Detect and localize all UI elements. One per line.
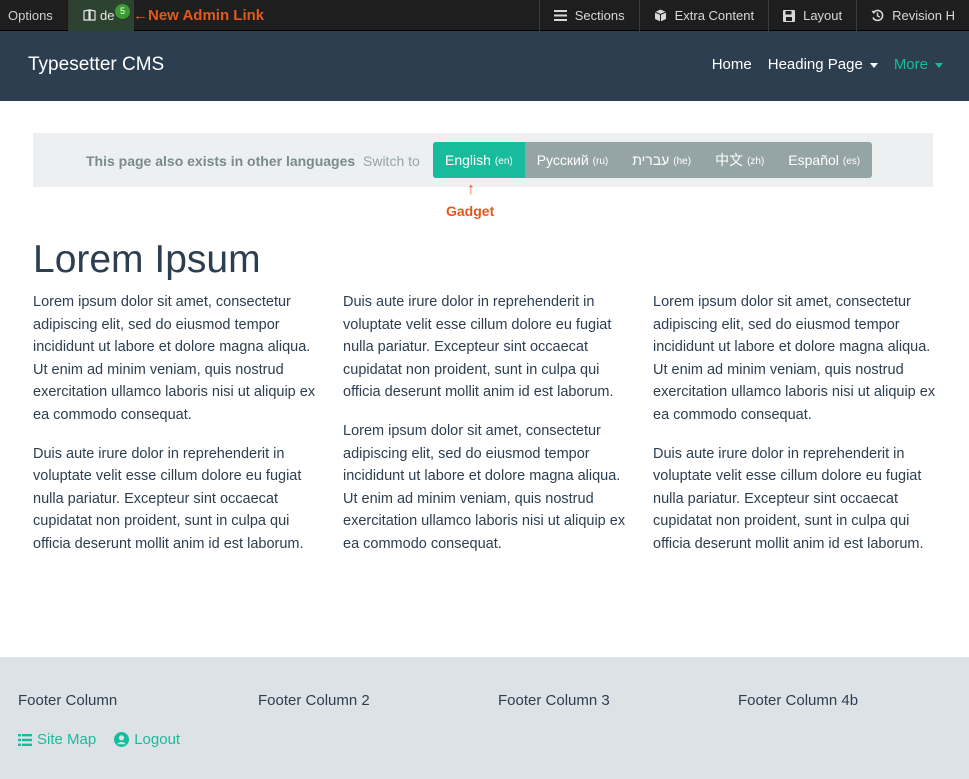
paragraph: Lorem ipsum dolor sit amet, consectetur … (653, 294, 936, 423)
paragraph: Duis aute irure dolor in reprehenderit i… (653, 445, 924, 552)
history-icon (871, 9, 884, 22)
language-name: Русский (536, 152, 589, 168)
footer-column-heading: Footer Column 3 (498, 692, 610, 709)
layout-label: Layout (803, 8, 843, 23)
revision-history-button[interactable]: Revision H (856, 0, 969, 31)
language-name: 中文 (715, 152, 744, 168)
nav-item-label: Home (711, 56, 752, 73)
language-option-zh[interactable]: 中文 (zh) (703, 142, 776, 178)
site-brand[interactable]: Typesetter CMS (28, 54, 164, 76)
notification-badge: 5 (115, 3, 130, 19)
admin-user-link[interactable]: de 5 (69, 0, 134, 31)
language-option-en[interactable]: English (en) (433, 142, 525, 178)
sections-icon (553, 10, 567, 21)
footer-column-heading: Footer Column 2 (258, 692, 370, 709)
up-arrow-icon: ↑ (467, 181, 475, 198)
sections-label: Sections (574, 8, 625, 23)
language-code: (he) (673, 155, 692, 167)
language-notice: This page also exists in other languages (86, 153, 356, 169)
content-column-2: Duis aute irure dolor in reprehenderit i… (343, 291, 628, 572)
cube-icon (654, 9, 666, 22)
logout-link[interactable]: Logout (114, 731, 180, 748)
nav-item-home[interactable]: Home (712, 56, 752, 73)
book-icon (83, 9, 96, 21)
new-admin-link-annotation: ←New Admin Link (133, 7, 265, 24)
paragraph: Lorem ipsum dolor sit amet, consectetur … (33, 294, 316, 423)
nav-item-more[interactable]: More (894, 56, 943, 73)
extra-content-label: Extra Content (674, 8, 755, 23)
nav-item-heading-page[interactable]: Heading Page (768, 56, 878, 73)
page-title: Lorem Ipsum (33, 238, 261, 281)
content-column-1: Lorem ipsum dolor sit amet, consectetur … (33, 291, 318, 572)
site-map-label: Site Map (37, 731, 97, 748)
site-footer: Footer Column Footer Column 2 Footer Col… (0, 657, 969, 779)
language-option-ru[interactable]: Русский (ru) (525, 142, 621, 178)
language-code: (ru) (592, 155, 609, 167)
footer-column-heading: Footer Column 4b (738, 692, 859, 709)
gadget-annotation: Gadget (446, 203, 495, 219)
language-name: Español (788, 152, 839, 168)
language-name: עברית (632, 152, 670, 168)
language-switcher: This page also exists in other languages… (33, 133, 933, 187)
language-name: English (445, 152, 491, 168)
language-code: (es) (842, 155, 861, 167)
language-option-he[interactable]: עברית (he) (620, 142, 703, 178)
paragraph: Lorem ipsum dolor sit amet, consectetur … (343, 422, 626, 552)
admin-toolbar-actions: Sections Extra Content Layout Revision H (538, 0, 969, 31)
user-circle-icon (114, 732, 130, 747)
language-code: (zh) (747, 155, 765, 167)
save-icon (783, 9, 796, 22)
language-code: (en) (494, 155, 513, 167)
admin-user-label: de (100, 7, 115, 23)
revision-history-label: Revision H (892, 8, 955, 23)
site-map-link[interactable]: Site Map (18, 731, 96, 748)
admin-toolbar: Options de 5 ←New Admin Link Sections Ex… (0, 0, 969, 31)
logout-label: Logout (134, 731, 181, 748)
site-navbar: Typesetter CMS Home Heading Page More (0, 31, 969, 101)
switch-to-label: Switch to (363, 153, 420, 169)
options-menu-button[interactable]: Options (0, 0, 69, 31)
content-column-3: Lorem ipsum dolor sit amet, consectetur … (653, 291, 938, 572)
paragraph: Duis aute irure dolor in reprehenderit i… (343, 294, 614, 401)
language-button-group: English (en) Русский (ru) עברית (he) 中文 … (433, 142, 873, 178)
caret-down-icon (869, 63, 878, 68)
extra-content-button[interactable]: Extra Content (638, 0, 769, 31)
paragraph: Duis aute irure dolor in reprehenderit i… (33, 445, 304, 552)
footer-column-heading: Footer Column (18, 692, 118, 709)
nav-item-label: Heading Page (767, 56, 863, 73)
caret-down-icon (935, 63, 943, 68)
nav-item-label: More (893, 56, 928, 73)
sections-button[interactable]: Sections (538, 0, 639, 31)
layout-button[interactable]: Layout (768, 0, 856, 31)
language-option-es[interactable]: Español (es) (776, 142, 872, 178)
footer-links: Site Map Logout (18, 731, 198, 748)
main-nav: Home Heading Page More (696, 56, 943, 73)
list-icon (18, 733, 32, 746)
